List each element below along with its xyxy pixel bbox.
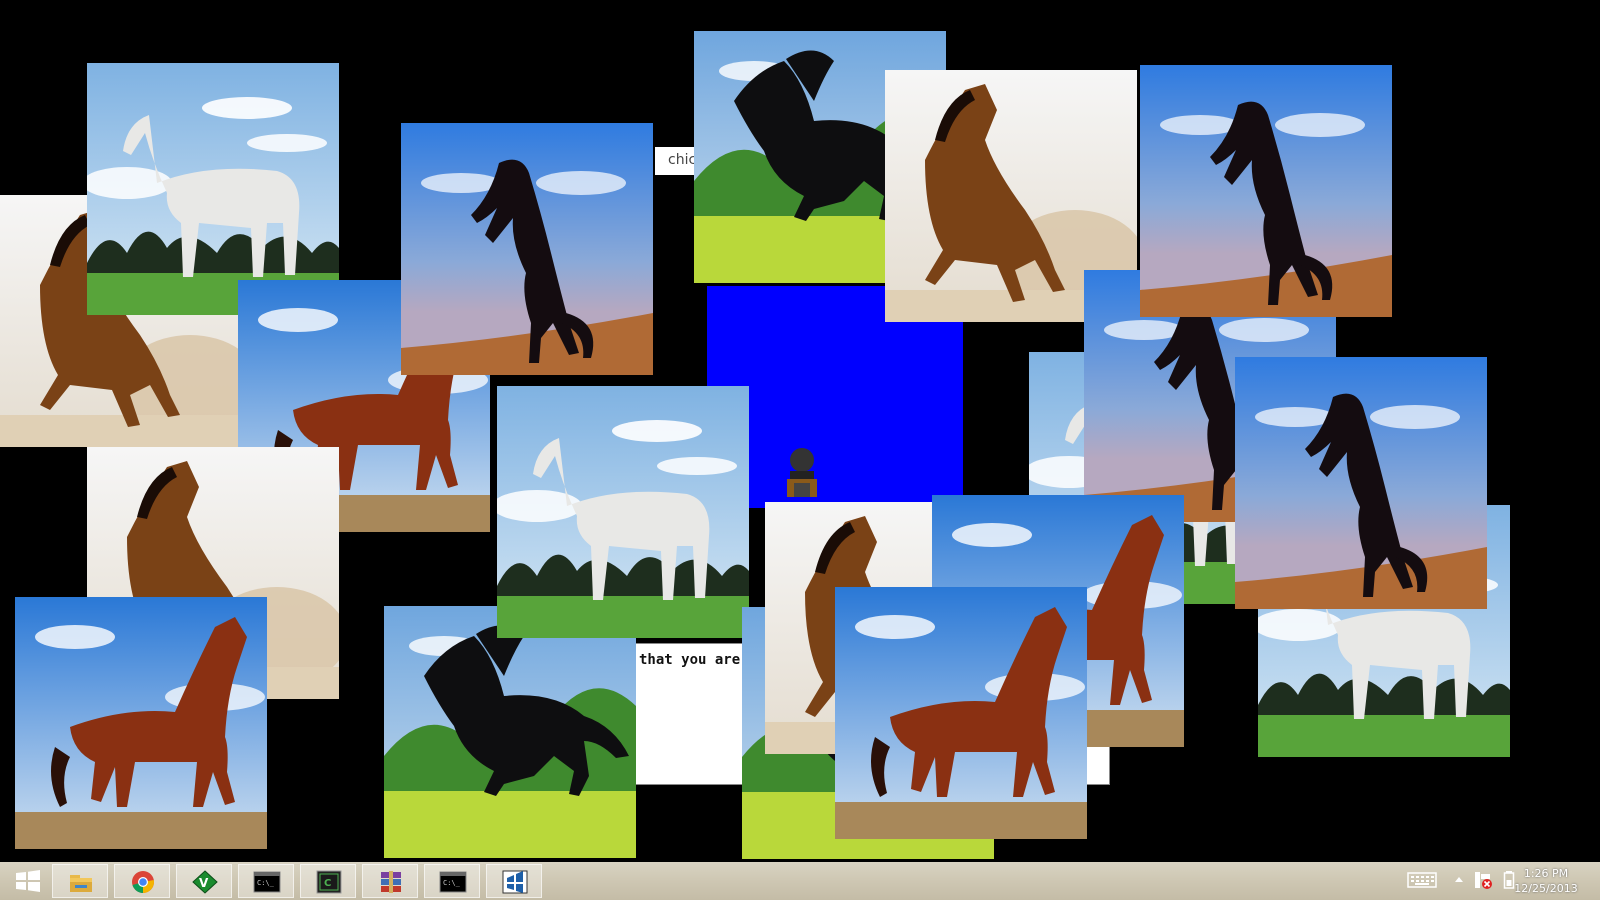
network-status-icon[interactable] (1472, 868, 1494, 894)
taskbar-app-window[interactable] (486, 864, 542, 898)
taskbar-file-explorer[interactable] (52, 864, 108, 898)
horse-photo-window[interactable] (835, 587, 1087, 839)
vim-icon: V (192, 870, 218, 894)
desktop: chic that you are (0, 0, 1600, 862)
horse-photo-window[interactable] (15, 597, 267, 849)
horse-image-chestnut-walk (835, 587, 1087, 839)
horse-photo-window[interactable] (87, 63, 339, 315)
keyboard-icon[interactable] (1407, 868, 1437, 894)
taskbar-command-prompt[interactable]: C:\_ (238, 864, 294, 898)
folder-icon (70, 875, 92, 892)
svg-text:C:\_: C:\_ (443, 879, 461, 887)
horse-photo-window[interactable] (497, 386, 749, 638)
svg-text:V: V (199, 876, 209, 890)
svg-text:C:\_: C:\_ (257, 879, 275, 887)
clock-date: 12/25/2013 (1514, 882, 1578, 895)
taskbar: V C:\_ C C:\_ 1:26 PM 12/25/2013 (0, 862, 1600, 900)
console-icon: C (316, 870, 342, 894)
show-hidden-icons-icon[interactable] (1452, 868, 1466, 894)
horse-image-black-gallop (384, 606, 636, 858)
horse-photo-window[interactable] (1140, 65, 1392, 317)
svg-text:C: C (324, 878, 331, 889)
horse-image-black-rearing (1235, 357, 1487, 609)
horse-image-black-rearing (401, 123, 653, 375)
windows-logo-icon (16, 870, 40, 892)
game-character (782, 445, 822, 501)
horse-image-white-horse (497, 386, 749, 638)
clock[interactable]: 1:26 PM 12/25/2013 (1510, 866, 1582, 896)
cmd-icon: C:\_ (253, 871, 281, 893)
clock-time: 1:26 PM (1523, 867, 1569, 880)
partial-window-text: chic (668, 152, 697, 168)
taskbar-chrome[interactable] (114, 864, 170, 898)
horse-photo-window[interactable] (1235, 357, 1487, 609)
taskbar-console-app[interactable]: C (300, 864, 356, 898)
taskbar-command-prompt-2[interactable]: C:\_ (424, 864, 480, 898)
cmd-icon: C:\_ (439, 871, 467, 893)
horse-image-chestnut-walk (15, 597, 267, 849)
horse-image-black-rearing (1140, 65, 1392, 317)
horse-photo-window[interactable] (401, 123, 653, 375)
terminal-text: that you are (639, 652, 741, 668)
winrar-icon (381, 871, 401, 893)
window-app-icon (502, 870, 528, 894)
start-button[interactable] (0, 864, 56, 898)
horse-photo-window[interactable] (384, 606, 636, 858)
taskbar-gvim[interactable]: V (176, 864, 232, 898)
taskbar-winrar[interactable] (362, 864, 418, 898)
horse-image-white-horse (87, 63, 339, 315)
chrome-icon (132, 871, 154, 893)
